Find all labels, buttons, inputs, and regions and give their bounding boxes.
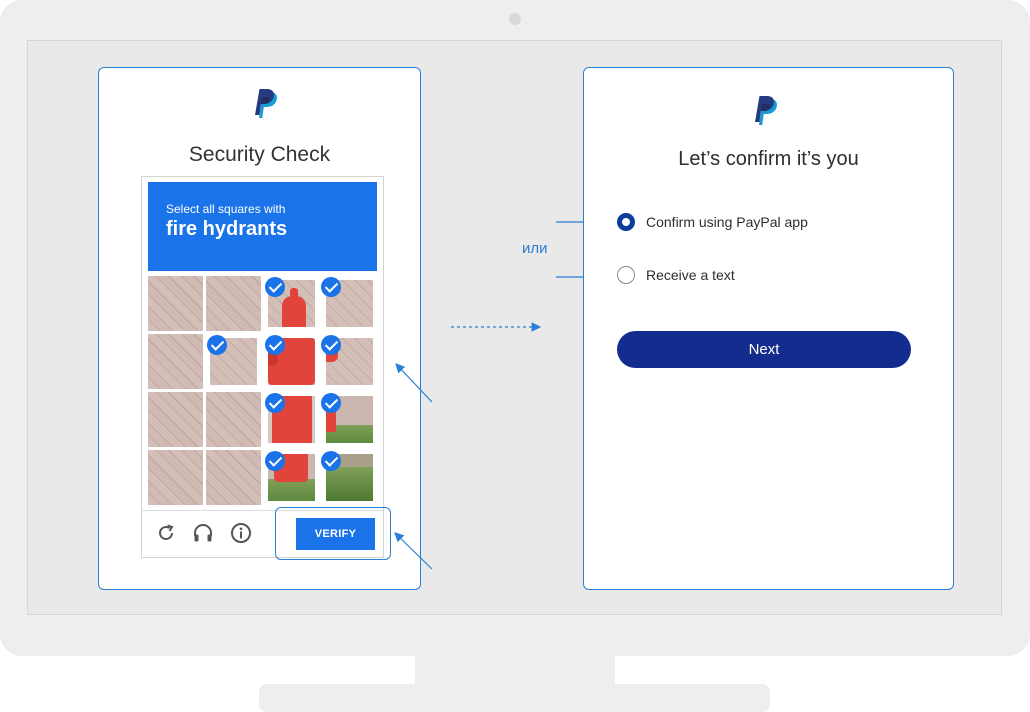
paypal-logo-icon xyxy=(755,96,777,125)
option-label-receive-text[interactable]: Receive a text xyxy=(646,267,735,283)
selected-check-icon xyxy=(265,393,285,413)
captcha-tile-r1c0[interactable] xyxy=(148,334,203,389)
monitor-stand-neck xyxy=(415,656,615,686)
reload-icon[interactable] xyxy=(153,520,179,546)
or-separator-label: или xyxy=(522,240,548,257)
selected-check-icon xyxy=(265,277,285,297)
selected-check-icon xyxy=(321,277,341,297)
confirm-identity-card xyxy=(583,67,954,590)
captcha-target-text: fire hydrants xyxy=(166,218,288,240)
selected-check-icon xyxy=(207,335,227,355)
selected-check-icon xyxy=(321,335,341,355)
captcha-tile-r0c1[interactable] xyxy=(206,276,261,331)
captcha-tile-r2c1[interactable] xyxy=(206,392,261,447)
captcha-tile-r3c0[interactable] xyxy=(148,450,203,505)
captcha-tile-r2c0[interactable] xyxy=(148,392,203,447)
captcha-instruction-text: Select all squares with xyxy=(166,202,286,216)
paypal-logo-icon xyxy=(255,89,277,118)
option-label-paypal-app[interactable]: Confirm using PayPal app xyxy=(646,214,808,230)
confirm-title: Let’s confirm it’s you xyxy=(678,148,859,170)
radio-paypal-app[interactable] xyxy=(617,213,635,231)
radio-receive-text[interactable] xyxy=(617,266,635,284)
captcha-tile-r0c0[interactable] xyxy=(148,276,203,331)
selected-check-icon xyxy=(321,451,341,471)
webcam-dot xyxy=(509,13,521,25)
selected-check-icon xyxy=(321,393,341,413)
security-check-title: Security Check xyxy=(188,143,331,166)
monitor-stand-base xyxy=(259,684,770,712)
info-icon[interactable] xyxy=(228,520,254,546)
headphones-icon[interactable] xyxy=(190,520,216,546)
selected-check-icon xyxy=(265,451,285,471)
captcha-tile-r3c1[interactable] xyxy=(206,450,261,505)
verify-button[interactable]: VERIFY xyxy=(296,518,375,550)
selected-check-icon xyxy=(265,335,285,355)
next-button[interactable]: Next xyxy=(617,331,911,368)
